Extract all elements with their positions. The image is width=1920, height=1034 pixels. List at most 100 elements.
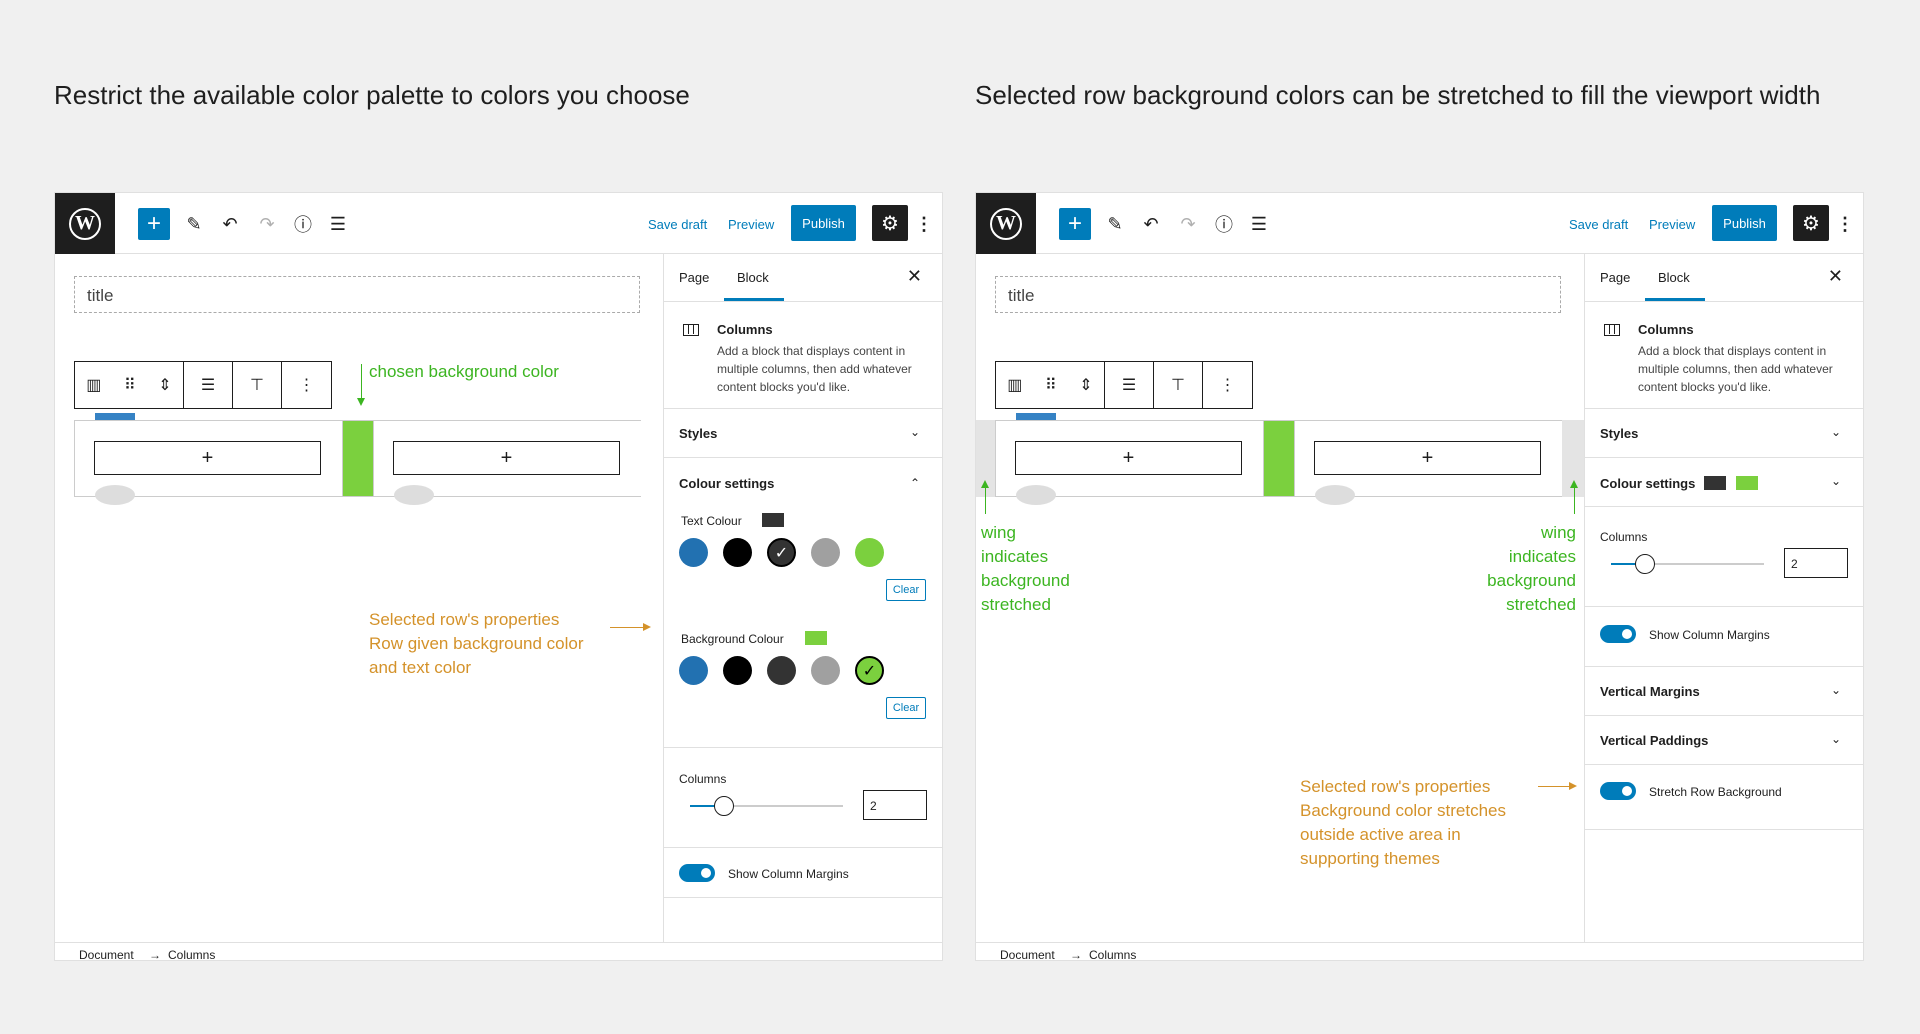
columns-row[interactable]: + + xyxy=(74,420,641,505)
vertical-align-top-icon[interactable]: ⊤ xyxy=(233,362,282,408)
add-block-button[interactable]: + xyxy=(138,208,170,240)
drag-handle-icon[interactable]: ⠿ xyxy=(1045,375,1057,395)
undo-icon[interactable]: ↶ xyxy=(215,209,245,239)
more-options-icon[interactable]: ⋮ xyxy=(915,209,933,239)
move-up-down-icon[interactable]: ⇕ xyxy=(158,375,171,395)
redo-icon[interactable]: ↷ xyxy=(252,209,282,239)
chevron-down-icon[interactable]: ⌄ xyxy=(1831,474,1841,488)
chevron-down-icon[interactable]: ⌄ xyxy=(1831,683,1841,697)
drag-handle-icon[interactable]: ⠿ xyxy=(124,375,136,395)
annotation-line: background xyxy=(981,571,1070,590)
color-option-black[interactable] xyxy=(723,656,752,685)
stretch-row-background-toggle[interactable] xyxy=(1600,782,1636,800)
annotation-line: wing xyxy=(981,523,1016,542)
align-icon[interactable]: ☰ xyxy=(1105,362,1154,408)
annotation-line: indicates xyxy=(981,547,1049,566)
tab-page[interactable]: Page xyxy=(1600,270,1630,285)
chevron-down-icon[interactable]: ⌄ xyxy=(1831,425,1841,439)
tab-block[interactable]: Block xyxy=(1658,270,1690,285)
color-option-grey[interactable] xyxy=(811,656,840,685)
column-2[interactable]: + xyxy=(373,421,641,505)
vertical-align-top-icon[interactable]: ⊤ xyxy=(1154,362,1203,408)
settings-gear-button[interactable]: ⚙ xyxy=(1793,205,1829,241)
save-draft-button[interactable]: Save draft xyxy=(1569,217,1628,232)
columns-row[interactable]: + + xyxy=(995,420,1562,505)
columns-icon[interactable]: ▥ xyxy=(1007,375,1022,395)
wordpress-logo[interactable]: W xyxy=(55,193,115,254)
tab-block[interactable]: Block xyxy=(737,270,769,285)
move-up-down-icon[interactable]: ⇕ xyxy=(1079,375,1092,395)
info-icon[interactable]: ⓘ xyxy=(1209,209,1239,239)
settings-gear-button[interactable]: ⚙ xyxy=(872,205,908,241)
column-1[interactable]: + xyxy=(75,421,343,505)
redo-icon[interactable]: ↷ xyxy=(1173,209,1203,239)
clear-background-colour-button[interactable]: Clear xyxy=(886,697,926,719)
annotation-arrow xyxy=(610,627,644,628)
panel-styles[interactable]: Styles ⌄ xyxy=(1585,409,1863,458)
post-title-field[interactable]: title xyxy=(74,276,640,313)
chevron-down-icon[interactable]: ⌄ xyxy=(1831,732,1841,746)
list-view-icon[interactable]: ☰ xyxy=(1244,209,1274,239)
panel-title[interactable]: Colour settings xyxy=(679,476,774,491)
breadcrumb-document[interactable]: Document xyxy=(79,948,134,960)
post-title-field[interactable]: title xyxy=(995,276,1561,313)
save-draft-button[interactable]: Save draft xyxy=(648,217,707,232)
add-block-button[interactable]: + xyxy=(1059,208,1091,240)
preview-button[interactable]: Preview xyxy=(1649,217,1695,232)
show-column-margins-toggle[interactable] xyxy=(1600,625,1636,643)
column-add-block-button[interactable]: + xyxy=(1314,441,1541,475)
columns-icon[interactable]: ▥ xyxy=(86,375,101,395)
color-option-dark-selected[interactable]: ✓ xyxy=(767,538,796,567)
tab-page[interactable]: Page xyxy=(679,270,709,285)
color-option-dark[interactable] xyxy=(767,656,796,685)
color-option-green[interactable] xyxy=(855,538,884,567)
breadcrumb-document[interactable]: Document xyxy=(1000,948,1055,960)
close-icon[interactable]: ✕ xyxy=(907,266,922,287)
block-more-icon[interactable]: ⋮ xyxy=(1203,362,1252,408)
top-toolbar: W + ✎ ↶ ↷ ⓘ ☰ Save draft Preview Publish… xyxy=(976,193,1863,254)
columns-number-input[interactable]: 2 xyxy=(863,790,927,820)
editor-canvas: title ▥ ⠿ ⇕ ☰ ⊤ ⋮ + + wing indicates bac… xyxy=(976,254,1584,942)
panel-vertical-margins[interactable]: Vertical Margins ⌄ xyxy=(1585,667,1863,716)
annotation-arrow xyxy=(1574,488,1575,514)
columns-number-input[interactable]: 2 xyxy=(1784,548,1848,578)
column-add-block-button[interactable]: + xyxy=(393,441,620,475)
columns-slider-thumb[interactable] xyxy=(1635,554,1655,574)
editor-canvas: title ▥ ⠿ ⇕ ☰ ⊤ ⋮ + + chosen background … xyxy=(55,254,663,942)
color-option-grey[interactable] xyxy=(811,538,840,567)
breadcrumb-columns[interactable]: Columns xyxy=(168,948,215,960)
breadcrumb-columns[interactable]: Columns xyxy=(1089,948,1136,960)
chevron-down-icon[interactable]: ⌄ xyxy=(910,425,920,439)
panel-colour-settings[interactable]: Colour settings ⌄ xyxy=(1585,458,1863,507)
clear-text-colour-button[interactable]: Clear xyxy=(886,579,926,601)
chevron-up-icon[interactable]: ⌃ xyxy=(910,476,920,490)
block-more-icon[interactable]: ⋮ xyxy=(282,362,331,408)
color-option-blue[interactable] xyxy=(679,656,708,685)
panel-styles[interactable]: Styles ⌄ xyxy=(664,409,942,458)
edit-pen-icon[interactable]: ✎ xyxy=(1100,209,1130,239)
column-add-block-button[interactable]: + xyxy=(1015,441,1242,475)
undo-icon[interactable]: ↶ xyxy=(1136,209,1166,239)
color-option-green-selected[interactable]: ✓ xyxy=(855,656,884,685)
annotation-arrow xyxy=(1538,786,1570,787)
column-1[interactable]: + xyxy=(996,421,1264,505)
preview-button[interactable]: Preview xyxy=(728,217,774,232)
publish-button[interactable]: Publish xyxy=(1712,205,1777,241)
align-icon[interactable]: ☰ xyxy=(184,362,233,408)
block-card-title: Columns xyxy=(1638,322,1694,337)
color-option-blue[interactable] xyxy=(679,538,708,567)
panel-vertical-paddings[interactable]: Vertical Paddings ⌄ xyxy=(1585,716,1863,765)
column-2[interactable]: + xyxy=(1294,421,1562,505)
column-add-block-button[interactable]: + xyxy=(94,441,321,475)
wordpress-logo[interactable]: W xyxy=(976,193,1036,254)
show-column-margins-toggle[interactable] xyxy=(679,864,715,882)
columns-slider-thumb[interactable] xyxy=(714,796,734,816)
color-option-black[interactable] xyxy=(723,538,752,567)
edit-pen-icon[interactable]: ✎ xyxy=(179,209,209,239)
close-icon[interactable]: ✕ xyxy=(1828,266,1843,287)
info-icon[interactable]: ⓘ xyxy=(288,209,318,239)
list-view-icon[interactable]: ☰ xyxy=(323,209,353,239)
more-options-icon[interactable]: ⋮ xyxy=(1836,209,1854,239)
publish-button[interactable]: Publish xyxy=(791,205,856,241)
breadcrumb-separator: → xyxy=(1070,948,1082,961)
